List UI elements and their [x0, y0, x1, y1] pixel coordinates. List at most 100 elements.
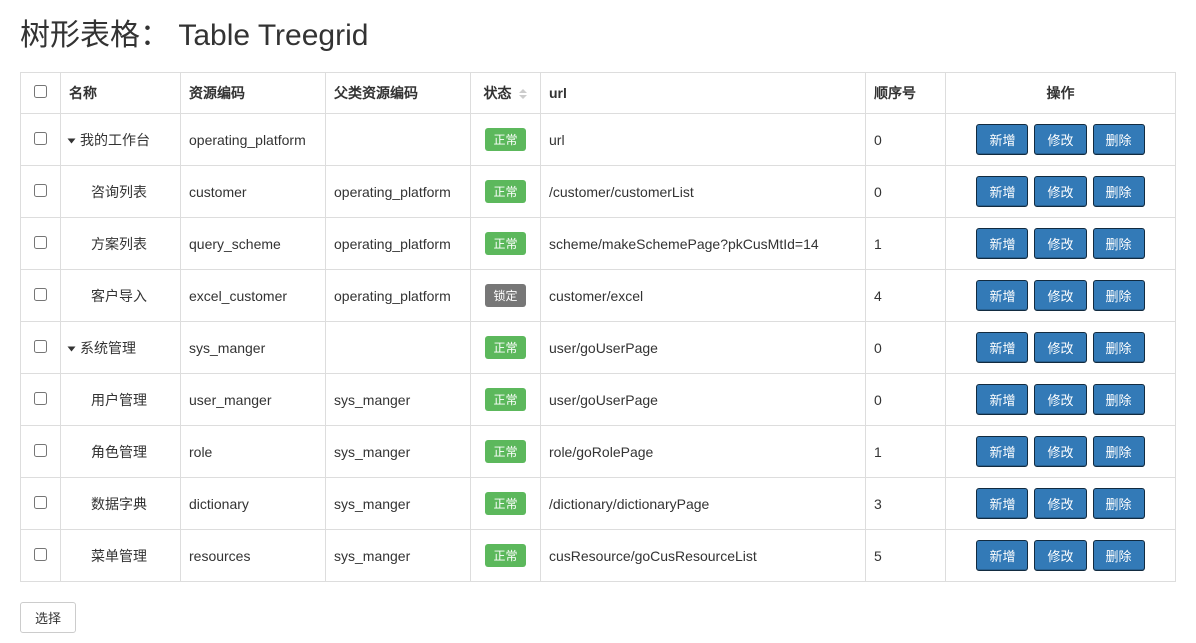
add-button[interactable]: 新增	[976, 176, 1028, 207]
row-order-cell: 1	[866, 426, 946, 478]
row-checkbox-cell	[21, 322, 61, 374]
row-checkbox[interactable]	[34, 132, 47, 145]
row-checkbox-cell	[21, 374, 61, 426]
header-checkbox-cell	[21, 73, 61, 114]
add-button[interactable]: 新增	[976, 384, 1028, 415]
header-url[interactable]: url	[541, 73, 866, 114]
header-code[interactable]: 资源编码	[181, 73, 326, 114]
row-parent-cell: operating_platform	[326, 218, 471, 270]
delete-button[interactable]: 删除	[1093, 228, 1145, 259]
add-button[interactable]: 新增	[976, 540, 1028, 571]
row-parent-cell: sys_manger	[326, 530, 471, 582]
row-parent-cell: sys_manger	[326, 478, 471, 530]
row-checkbox-cell	[21, 270, 61, 322]
delete-button[interactable]: 删除	[1093, 384, 1145, 415]
row-checkbox-cell	[21, 114, 61, 166]
row-name-cell[interactable]: 方案列表	[61, 218, 181, 270]
row-name-label: 我的工作台	[80, 132, 150, 148]
edit-button[interactable]: 修改	[1034, 124, 1086, 155]
row-checkbox[interactable]	[34, 184, 47, 197]
row-name-cell[interactable]: 客户导入	[61, 270, 181, 322]
row-checkbox-cell	[21, 426, 61, 478]
add-button[interactable]: 新增	[976, 124, 1028, 155]
select-button[interactable]: 选择	[20, 602, 76, 633]
status-badge: 正常	[485, 336, 525, 359]
delete-button[interactable]: 删除	[1093, 488, 1145, 519]
delete-button[interactable]: 删除	[1093, 124, 1145, 155]
edit-button[interactable]: 修改	[1034, 488, 1086, 519]
add-button[interactable]: 新增	[976, 488, 1028, 519]
header-parent[interactable]: 父类资源编码	[326, 73, 471, 114]
add-button[interactable]: 新增	[976, 280, 1028, 311]
add-button[interactable]: 新增	[976, 228, 1028, 259]
row-name-cell[interactable]: 菜单管理	[61, 530, 181, 582]
add-button[interactable]: 新增	[976, 332, 1028, 363]
row-order-cell: 0	[866, 114, 946, 166]
row-name-cell[interactable]: 咨询列表	[61, 166, 181, 218]
edit-button[interactable]: 修改	[1034, 436, 1086, 467]
row-name-cell[interactable]: 我的工作台	[61, 114, 181, 166]
row-status-cell: 正常	[471, 426, 541, 478]
add-button[interactable]: 新增	[976, 436, 1028, 467]
row-name-cell[interactable]: 用户管理	[61, 374, 181, 426]
row-parent-cell	[326, 322, 471, 374]
expand-icon[interactable]	[68, 138, 76, 143]
delete-button[interactable]: 删除	[1093, 280, 1145, 311]
row-status-cell: 正常	[471, 478, 541, 530]
row-actions-cell: 新增修改删除	[946, 218, 1176, 270]
edit-button[interactable]: 修改	[1034, 540, 1086, 571]
row-code-cell: operating_platform	[181, 114, 326, 166]
row-status-cell: 正常	[471, 322, 541, 374]
edit-button[interactable]: 修改	[1034, 332, 1086, 363]
edit-button[interactable]: 修改	[1034, 280, 1086, 311]
row-actions-cell: 新增修改删除	[946, 114, 1176, 166]
row-checkbox[interactable]	[34, 340, 47, 353]
edit-button[interactable]: 修改	[1034, 228, 1086, 259]
delete-button[interactable]: 删除	[1093, 436, 1145, 467]
row-order-cell: 1	[866, 218, 946, 270]
row-name-label: 用户管理	[91, 392, 147, 408]
row-name-label: 数据字典	[91, 496, 147, 512]
row-status-cell: 正常	[471, 374, 541, 426]
row-actions-cell: 新增修改删除	[946, 270, 1176, 322]
header-order[interactable]: 顺序号	[866, 73, 946, 114]
row-checkbox-cell	[21, 166, 61, 218]
row-checkbox[interactable]	[34, 288, 47, 301]
table-row: 角色管理rolesys_manger正常role/goRolePage1新增修改…	[21, 426, 1176, 478]
row-code-cell: role	[181, 426, 326, 478]
row-checkbox-cell	[21, 530, 61, 582]
row-order-cell: 0	[866, 322, 946, 374]
row-name-label: 方案列表	[91, 236, 147, 252]
row-checkbox[interactable]	[34, 548, 47, 561]
header-name[interactable]: 名称	[61, 73, 181, 114]
row-actions-cell: 新增修改删除	[946, 530, 1176, 582]
delete-button[interactable]: 删除	[1093, 176, 1145, 207]
row-name-cell[interactable]: 数据字典	[61, 478, 181, 530]
row-checkbox[interactable]	[34, 444, 47, 457]
edit-button[interactable]: 修改	[1034, 176, 1086, 207]
row-name-cell[interactable]: 系统管理	[61, 322, 181, 374]
row-checkbox[interactable]	[34, 392, 47, 405]
row-checkbox[interactable]	[34, 236, 47, 249]
row-actions-cell: 新增修改删除	[946, 478, 1176, 530]
expand-icon[interactable]	[68, 346, 76, 351]
row-code-cell: sys_manger	[181, 322, 326, 374]
row-parent-cell: operating_platform	[326, 166, 471, 218]
select-all-checkbox[interactable]	[34, 85, 47, 98]
row-url-cell: user/goUserPage	[541, 322, 866, 374]
row-code-cell: resources	[181, 530, 326, 582]
row-name-cell[interactable]: 角色管理	[61, 426, 181, 478]
edit-button[interactable]: 修改	[1034, 384, 1086, 415]
row-url-cell: url	[541, 114, 866, 166]
row-actions-cell: 新增修改删除	[946, 322, 1176, 374]
page-title: 树形表格： Table Treegrid	[20, 10, 1176, 54]
row-code-cell: customer	[181, 166, 326, 218]
delete-button[interactable]: 删除	[1093, 540, 1145, 571]
row-actions-cell: 新增修改删除	[946, 426, 1176, 478]
header-status[interactable]: 状态	[471, 73, 541, 114]
row-checkbox[interactable]	[34, 496, 47, 509]
delete-button[interactable]: 删除	[1093, 332, 1145, 363]
status-badge: 正常	[485, 232, 525, 255]
row-url-cell: scheme/makeSchemePage?pkCusMtId=14	[541, 218, 866, 270]
row-url-cell: /dictionary/dictionaryPage	[541, 478, 866, 530]
